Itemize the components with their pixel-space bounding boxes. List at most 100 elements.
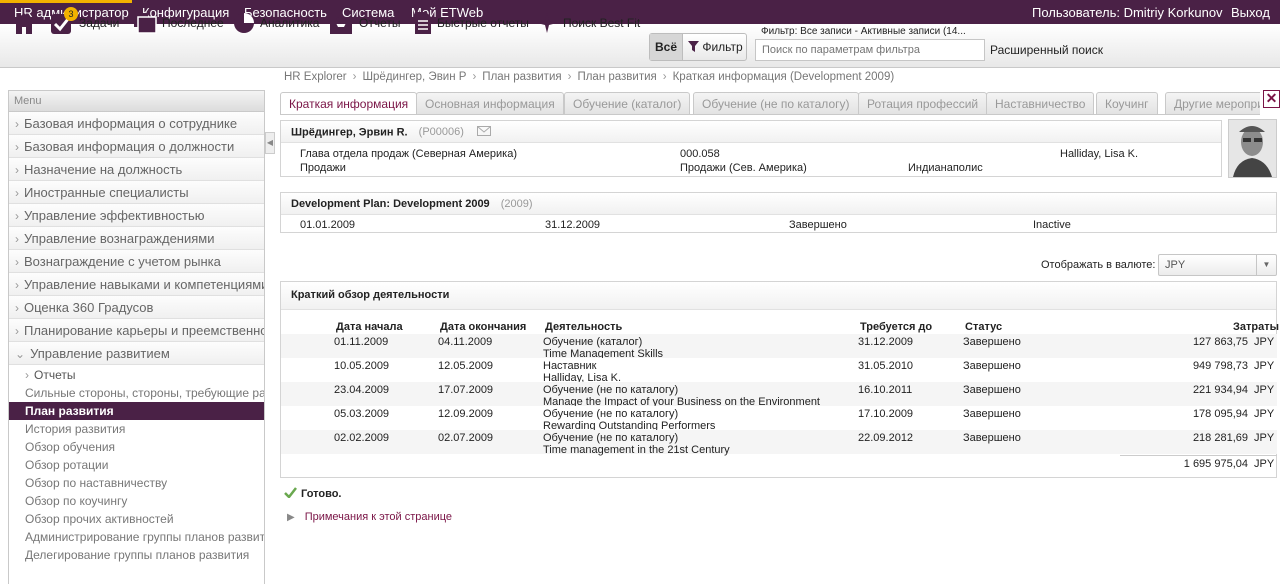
breadcrumb-item[interactable]: План развития [482,71,561,83]
cell-start: 02.02.2009 [334,432,390,444]
cell-due: 16.10.2011 [858,384,913,396]
sidebar-header: Menu [9,91,264,112]
sidebar-section[interactable]: › Управление эффективностью [9,204,264,227]
tab-non-catalog-training[interactable]: Обучение (не по каталогу) [693,92,859,114]
close-icon[interactable]: ✕ [1263,90,1280,108]
sidebar-section[interactable]: › Планирование карьеры и преемственности [9,319,264,342]
sidebar-section-label: Вознаграждение с учетом рынка [24,254,221,269]
cell-activity-type: Наставник [543,360,597,372]
tasks-button[interactable]: 3 Задачи [50,7,119,36]
breadcrumb: HR Explorer › Шрёдингер, Эвин Р › План раз… [284,71,894,83]
sidebar-link[interactable]: Обзор прочих активностей [9,510,264,528]
employee-position-code: 000.058 [680,148,720,160]
breadcrumb-item[interactable]: HR Explorer [284,71,347,83]
sidebar-subsection-label: Отчеты [34,368,76,382]
chevron-right-icon: › [25,368,29,382]
sidebar-section-label: Назначение на должность [24,162,183,177]
sidebar-section[interactable]: › Управление навыками и компетенциями [9,273,264,296]
currency-select[interactable]: JPY ▼ [1158,254,1277,276]
col-due-date[interactable]: Требуется до [860,321,932,333]
status-message: Готово. [284,487,342,501]
recent-icon [133,12,157,34]
advanced-search-link[interactable]: Расширенный поиск [990,43,1103,57]
sidebar-link-active[interactable]: План развития [9,402,264,420]
page-notes-toggle[interactable]: ▶ Примечания к этой странице [287,511,452,523]
cell-end: 02.07.2009 [438,432,494,444]
recent-button[interactable]: Последнее [133,10,224,36]
cell-cost: 949 798,73 [1192,360,1248,372]
sidebar-section-expanded[interactable]: ⌄ Управление развитием [9,342,264,365]
col-start-date[interactable]: Дата начала [336,321,403,333]
user-name: Пользователь: Dmitriy Korkunov [1032,5,1223,20]
sidebar-link[interactable]: Обзор обучения [9,438,264,456]
page-notes-link[interactable]: Примечания к этой странице [305,511,452,523]
sidebar-section-label: Базовая информация о должности [24,139,235,154]
analytics-button[interactable]: Аналитика [233,10,319,36]
filter-toggle: Всё Фильтр [649,33,747,61]
col-status[interactable]: Статус [965,321,1002,333]
col-activity[interactable]: Деятельность [545,321,622,333]
tab-summary[interactable]: Краткая информация [280,92,418,114]
home-icon [10,11,38,35]
sidebar-link[interactable]: Обзор по коучингу [9,492,264,510]
chevron-down-icon: ▼ [1256,255,1276,275]
table-row[interactable] [281,358,1277,382]
quick-reports-button[interactable]: Быстрые отчеты [414,10,529,36]
document-icon [414,11,432,35]
tasks-icon: 3 [50,7,78,35]
col-end-date[interactable]: Дата окончания [440,321,526,333]
sidebar-section[interactable]: › Базовая информация о должности [9,135,264,158]
tab-catalog-training[interactable]: Обучение (каталог) [564,92,691,114]
employee-manager: Halliday, Lisa K. [1060,148,1139,160]
sidebar-section[interactable]: › Иностранные специалисты [9,181,264,204]
sidebar-section[interactable]: › Управление вознаграждениями [9,227,264,250]
chevron-right-icon: › [15,117,19,131]
sidebar-subsection-reports[interactable]: › Отчеты [9,365,264,384]
employee-id: (P00006) [418,126,464,139]
envelope-icon[interactable] [476,126,491,139]
sidebar-section[interactable]: › Базовая информация о сотруднике [9,112,264,135]
chevron-right-icon: › [15,324,19,338]
tab-job-rotation[interactable]: Ротация профессий [858,92,988,114]
home-button[interactable] [10,10,38,36]
sidebar-link[interactable]: Администрирование группы планов развития [9,528,264,546]
sidebar-section[interactable]: › Вознаграждение с учетом рынка [9,250,264,273]
inbox-icon [328,11,354,35]
breadcrumb-item[interactable]: План развития [577,71,656,83]
reports-button[interactable]: Отчеты [328,10,400,36]
sidebar-section-label: Управление навыками и компетенциями [24,277,264,292]
filter-button[interactable]: Фильтр [688,40,743,55]
sidebar-collapse-handle[interactable]: ◀ [265,132,275,154]
tab-main-info[interactable]: Основная информация [416,92,564,114]
col-cost[interactable]: Затраты [1233,321,1279,333]
tab-mentoring[interactable]: Наставничество [986,92,1095,114]
best-fit-button[interactable]: Поиск Best Fit [536,10,640,36]
filter-search-input[interactable] [755,39,985,61]
table-row[interactable] [281,430,1277,454]
breadcrumb-separator: › [567,71,572,83]
table-row[interactable] [281,406,1277,430]
employee-name: Шрёдингер, Эрвин R. [291,126,408,139]
breadcrumb-item[interactable]: Шрёдингер, Эвин Р [362,71,466,83]
sidebar-link[interactable]: Сильные стороны, стороны, требующие разв… [9,384,264,402]
breadcrumb-separator: › [472,71,477,83]
logout-link[interactable]: Выход [1231,5,1270,20]
sidebar-section[interactable]: › Назначение на должность [9,158,264,181]
sidebar-menu: Menu › Базовая информация о сотруднике › Б… [8,90,265,584]
sidebar-link[interactable]: Делегирование группы планов развития [9,546,264,564]
employee-header: Шрёдингер, Эрвин R. (P00006) [281,121,1221,143]
sidebar-section-label: Оценка 360 Градусов [24,300,154,315]
sidebar-section-label: Управление эффективностью [24,208,205,223]
tab-coaching[interactable]: Коучинг [1096,92,1158,114]
sidebar-section[interactable]: › Оценка 360 Градусов [9,296,264,319]
sidebar-link[interactable]: Обзор ротации [9,456,264,474]
sidebar-link[interactable]: История развития [9,420,264,438]
chevron-right-icon: › [15,140,19,154]
sidebar-link[interactable]: Обзор по наставничеству [9,474,264,492]
chevron-right-icon: › [15,255,19,269]
all-records-button[interactable]: Всё [650,34,683,60]
cell-currency: JPY [1254,408,1275,420]
table-row[interactable] [281,334,1277,358]
tab-other-activities[interactable]: Другие мероприятия [1165,92,1260,114]
plan-year: (2009) [500,198,533,210]
